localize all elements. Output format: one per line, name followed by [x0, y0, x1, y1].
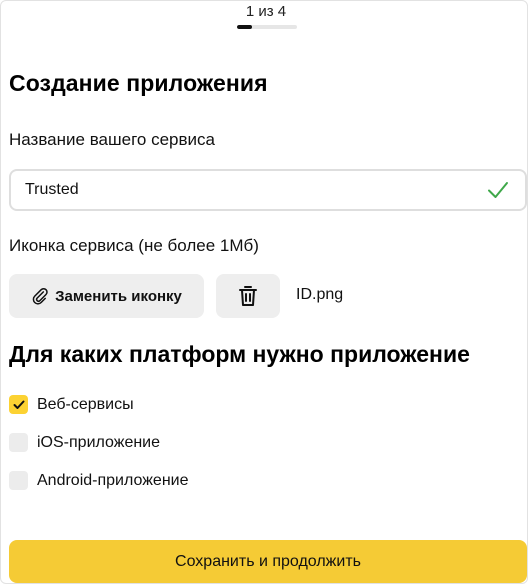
delete-icon-button[interactable]	[216, 274, 280, 318]
platforms-title: Для каких платформ нужно приложение	[9, 341, 470, 367]
save-and-continue-button[interactable]: Сохранить и продолжить	[9, 540, 527, 583]
page-title: Создание приложения	[9, 70, 268, 96]
checkmark-icon	[13, 400, 24, 409]
platform-option-web[interactable]: Веб-сервисы	[9, 395, 134, 414]
platform-option-android[interactable]: Android-приложение	[9, 471, 188, 490]
service-icon-label: Иконка сервиса (не более 1Мб)	[9, 236, 259, 255]
paperclip-icon	[32, 287, 48, 305]
service-name-label: Название вашего сервиса	[9, 130, 215, 149]
service-name-input[interactable]: Trusted	[9, 169, 527, 211]
checkbox-android[interactable]	[9, 471, 28, 490]
checkbox-ios[interactable]	[9, 433, 28, 452]
checkbox-web[interactable]	[9, 395, 28, 414]
step-counter: 1 из 4	[245, 3, 287, 20]
replace-icon-button-label: Заменить иконку	[55, 287, 182, 305]
platform-option-ios[interactable]: iOS-приложение	[9, 433, 160, 452]
step-progress-fill	[237, 25, 252, 29]
trash-icon	[239, 286, 257, 306]
platform-label-android: Android-приложение	[37, 471, 189, 489]
replace-icon-button[interactable]: Заменить иконку	[9, 274, 204, 318]
platform-label-web: Веб-сервисы	[37, 395, 134, 413]
service-name-value: Trusted	[25, 181, 79, 198]
form-frame: 1 из 4 Создание приложения Название ваше…	[0, 0, 528, 584]
step-progress-bar	[237, 25, 297, 29]
check-icon	[488, 182, 508, 198]
platform-label-ios: iOS-приложение	[37, 433, 161, 451]
icon-file-name: ID.png	[296, 286, 344, 303]
